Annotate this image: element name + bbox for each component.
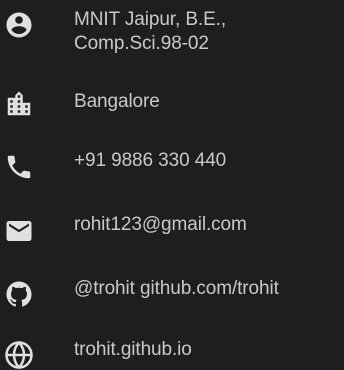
location-text: Bangalore (74, 91, 160, 112)
github-link[interactable]: @trohit github.com/trohit (74, 278, 279, 299)
email-link[interactable]: rohit123@gmail.com (74, 214, 247, 235)
email-address[interactable]: rohit123@gmail.com (74, 213, 247, 237)
education-line-1: MNIT Jaipur, B.E., (74, 9, 227, 30)
phone-link[interactable]: +91 9886 330 440 (74, 150, 226, 171)
education-text: MNIT Jaipur, B.E., Comp.Sci.98-02 (74, 8, 226, 56)
phone-number[interactable]: +91 9886 330 440 (74, 149, 226, 173)
github-handle[interactable]: @trohit github.com/trohit (74, 277, 279, 301)
phone-icon (4, 152, 34, 182)
website-url[interactable]: trohit.github.io (74, 338, 192, 362)
education-line-2: Comp.Sci.98-02 (74, 33, 209, 54)
website-link[interactable]: trohit.github.io (74, 339, 192, 360)
city-icon (4, 89, 34, 119)
contact-list: MNIT Jaipur, B.E., Comp.Sci.98-02 Bangal… (0, 0, 344, 370)
github-icon (4, 279, 34, 309)
email-icon (4, 216, 34, 246)
globe-icon (4, 340, 34, 370)
account-circle-icon (4, 10, 34, 40)
